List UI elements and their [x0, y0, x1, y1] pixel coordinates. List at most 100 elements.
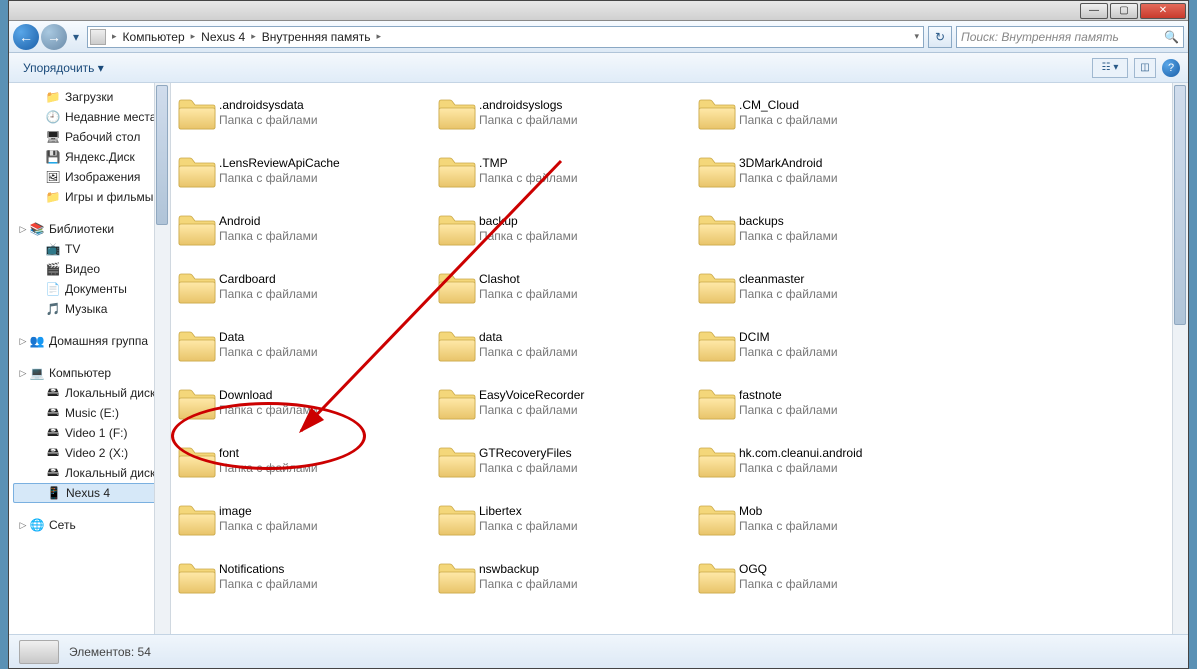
recent-icon: 🕘: [45, 109, 61, 125]
sidebar-item[interactable]: ▷👥Домашняя группа: [9, 331, 170, 351]
folder-type: Папка с файлами: [219, 113, 318, 128]
folder-icon: [175, 267, 219, 307]
folder-item[interactable]: nswbackupПапка с файлами: [435, 557, 695, 597]
address-bar[interactable]: ▸ Компьютер ▸ Nexus 4 ▸ Внутренняя памят…: [87, 26, 924, 48]
sidebar-item[interactable]: ▷📚Библиотеки: [9, 219, 170, 239]
sidebar-label: TV: [65, 242, 80, 256]
folder-item[interactable]: DownloadПапка с файлами: [175, 383, 435, 423]
folder-item[interactable]: 3DMarkAndroidПапка с файлами: [695, 151, 955, 191]
folder-item[interactable]: .androidsyslogsПапка с файлами: [435, 93, 695, 133]
sidebar-item[interactable]: 🖼 Изображения: [9, 167, 170, 187]
folder-item[interactable]: .LensReviewApiCacheПапка с файлами: [175, 151, 435, 191]
folder-item[interactable]: fontПапка с файлами: [175, 441, 435, 481]
expand-icon[interactable]: ▷: [17, 520, 29, 531]
folder-icon: [175, 151, 219, 191]
folder-icon: [435, 325, 479, 365]
folder-item[interactable]: EasyVoiceRecorderПапка с файлами: [435, 383, 695, 423]
sidebar-item[interactable]: 🕘Недавние места: [9, 107, 170, 127]
folder-icon: [175, 557, 219, 597]
folder-type: Папка с файлами: [479, 229, 578, 244]
sidebar-label: Локальный диск: [65, 466, 155, 480]
folder-name: DCIM: [739, 330, 838, 345]
sidebar-item[interactable]: 🎵Музыка: [9, 299, 170, 319]
folder-item[interactable]: imageПапка с файлами: [175, 499, 435, 539]
folder-name: data: [479, 330, 578, 345]
folder-item[interactable]: MobПапка с файлами: [695, 499, 955, 539]
sidebar-item[interactable]: 🖴Video 1 (F:): [9, 423, 170, 443]
nav-bar: ← → ▾ ▸ Компьютер ▸ Nexus 4 ▸ Внутренняя…: [9, 21, 1188, 53]
chevron-right-icon: ▸: [110, 31, 119, 42]
folder-item[interactable]: backupПапка с файлами: [435, 209, 695, 249]
folder-item[interactable]: dataПапка с файлами: [435, 325, 695, 365]
sidebar-item[interactable]: 🖴Локальный диск: [9, 383, 170, 403]
breadcrumb-segment[interactable]: Внутренняя память: [258, 30, 375, 44]
sidebar-item[interactable]: 🖴Локальный диск: [9, 463, 170, 483]
sidebar-label: Библиотеки: [49, 222, 114, 236]
sidebar-item[interactable]: 📺TV: [9, 239, 170, 259]
sidebar-item[interactable]: 🖴Video 2 (X:): [9, 443, 170, 463]
sidebar-item[interactable]: 📁Игры и фильмы: [9, 187, 170, 207]
folder-item[interactable]: backupsПапка с файлами: [695, 209, 955, 249]
hdd-icon: 🖴: [45, 445, 61, 461]
folder-item[interactable]: OGQПапка с файлами: [695, 557, 955, 597]
folder-type: Папка с файлами: [479, 113, 578, 128]
folder-type: Папка с файлами: [479, 345, 578, 360]
folder-item[interactable]: .CM_CloudПапка с файлами: [695, 93, 955, 133]
sidebar-item[interactable]: 📁Загрузки: [9, 87, 170, 107]
folder-name: Android: [219, 214, 318, 229]
nav-history-dropdown[interactable]: ▾: [69, 27, 83, 47]
folder-name: cleanmaster: [739, 272, 838, 287]
help-button[interactable]: ?: [1162, 59, 1180, 77]
expand-icon[interactable]: ▷: [17, 224, 29, 235]
folder-item[interactable]: LibertexПапка с файлами: [435, 499, 695, 539]
sidebar-item[interactable]: 🎬Видео: [9, 259, 170, 279]
folder-item[interactable]: CardboardПапка с файлами: [175, 267, 435, 307]
sidebar-item[interactable]: 📱Nexus 4: [13, 483, 166, 503]
folder-icon: [695, 441, 739, 481]
organize-menu[interactable]: Упорядочить ▾: [17, 59, 110, 77]
folder-item[interactable]: DCIMПапка с файлами: [695, 325, 955, 365]
sidebar-item[interactable]: 🖥Рабочий стол: [9, 127, 170, 147]
folder-item[interactable]: .androidsysdataПапка с файлами: [175, 93, 435, 133]
sidebar-item[interactable]: 🖴Music (E:): [9, 403, 170, 423]
breadcrumb-segment[interactable]: Компьютер: [119, 30, 189, 44]
folder-type: Папка с файлами: [739, 229, 838, 244]
content-scrollbar[interactable]: [1172, 83, 1188, 634]
content-scroll-thumb[interactable]: [1174, 85, 1186, 325]
folder-type: Папка с файлами: [739, 287, 838, 302]
folder-item[interactable]: hk.com.cleanui.androidПапка с файлами: [695, 441, 955, 481]
forward-button[interactable]: →: [41, 24, 67, 50]
search-input[interactable]: Поиск: Внутренняя память 🔍: [956, 26, 1184, 48]
folder-item[interactable]: DataПапка с файлами: [175, 325, 435, 365]
preview-pane-button[interactable]: ◫: [1134, 58, 1156, 78]
sidebar-item[interactable]: ▷💻Компьютер: [9, 363, 170, 383]
folder-item[interactable]: cleanmasterПапка с файлами: [695, 267, 955, 307]
address-dropdown-icon[interactable]: ▾: [912, 31, 921, 42]
refresh-button[interactable]: ↻: [928, 26, 952, 48]
sidebar-scroll-thumb[interactable]: [156, 85, 168, 225]
pictures-icon: 🖼: [45, 169, 61, 185]
back-button[interactable]: ←: [13, 24, 39, 50]
minimize-button[interactable]: —: [1080, 3, 1108, 19]
sidebar-label: Изображения: [65, 170, 140, 184]
folder-item[interactable]: fastnoteПапка с файлами: [695, 383, 955, 423]
expand-icon[interactable]: ▷: [17, 368, 29, 379]
folder-type: Папка с файлами: [219, 287, 318, 302]
folder-item[interactable]: GTRecoveryFilesПапка с файлами: [435, 441, 695, 481]
expand-icon[interactable]: ▷: [17, 336, 29, 347]
view-options-button[interactable]: ☷ ▾: [1092, 58, 1128, 78]
folder-item[interactable]: ClashotПапка с файлами: [435, 267, 695, 307]
maximize-button[interactable]: ▢: [1110, 3, 1138, 19]
folder-item[interactable]: NotificationsПапка с файлами: [175, 557, 435, 597]
sidebar-item[interactable]: 📄Документы: [9, 279, 170, 299]
chevron-right-icon: ▸: [189, 31, 198, 42]
breadcrumb-segment[interactable]: Nexus 4: [197, 30, 249, 44]
folder-icon: 📁: [45, 89, 61, 105]
sidebar-scrollbar[interactable]: [154, 83, 170, 634]
sidebar-item[interactable]: ▷🌐Сеть: [9, 515, 170, 535]
folder-item[interactable]: AndroidПапка с файлами: [175, 209, 435, 249]
folder-type: Папка с файлами: [739, 577, 838, 592]
folder-item[interactable]: .TMPПапка с файлами: [435, 151, 695, 191]
close-button[interactable]: ✕: [1140, 3, 1186, 19]
sidebar-item[interactable]: 💾Яндекс.Диск: [9, 147, 170, 167]
